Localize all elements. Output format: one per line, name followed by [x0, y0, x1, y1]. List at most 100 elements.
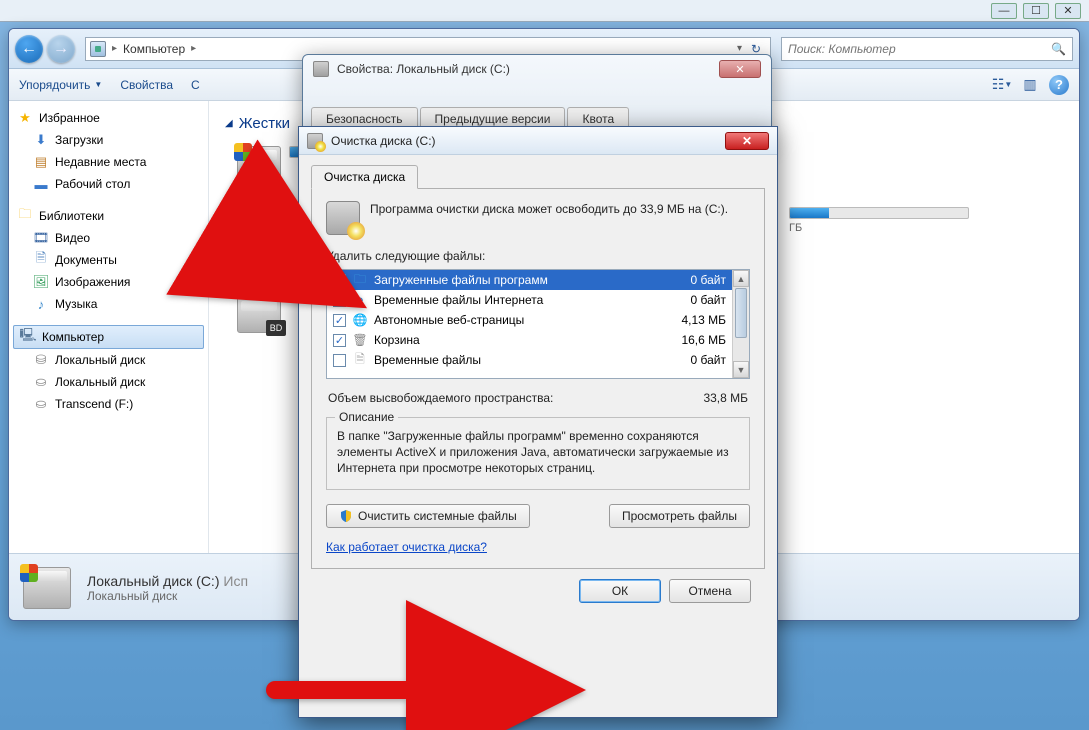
- properties-title: Свойства: Локальный диск (C:): [337, 62, 510, 76]
- explorer-sidebar: ★Избранное ⬇ Загрузки ▤ Недавние места ▬Ра…: [9, 101, 209, 553]
- file-row[interactable]: 🗎Временные файлы0 байт: [327, 350, 732, 370]
- capacity-fill: [790, 208, 829, 218]
- computer-icon: 🖳: [20, 329, 36, 345]
- sidebar-item-music[interactable]: ♪Музыка: [9, 293, 208, 315]
- sidebar-item-label: Недавние места: [55, 155, 146, 169]
- document-icon: 🗎: [33, 252, 49, 268]
- scroll-thumb[interactable]: [735, 288, 747, 338]
- desktop-icon: ▬: [33, 176, 49, 192]
- cleanup-message: Программа очистки диска может освободить…: [370, 201, 728, 217]
- libraries-group[interactable]: 🗀Библиотеки: [9, 205, 208, 227]
- cleanup-panel: Программа очистки диска может освободить…: [311, 188, 765, 569]
- drive-icon: ⛀: [33, 396, 49, 412]
- parent-titlebar: [0, 0, 1089, 22]
- file-size: 0 байт: [660, 273, 726, 287]
- recent-icon: ▤: [33, 154, 49, 170]
- help-icon[interactable]: ?: [1049, 75, 1069, 95]
- file-checkbox[interactable]: ✓: [333, 294, 346, 307]
- cleanup-titlebar[interactable]: Очистка диска (C:) ✕: [299, 127, 777, 155]
- minimize-button[interactable]: [991, 3, 1017, 19]
- file-row[interactable]: ✓eВременные файлы Интернета0 байт: [327, 290, 732, 310]
- sidebar-item-pictures[interactable]: 🖼Изображения: [9, 271, 208, 293]
- sidebar-item-label: Локальный диск: [55, 353, 145, 367]
- nav-back-button[interactable]: ←: [15, 35, 43, 63]
- file-row[interactable]: ✓🌐Автономные веб-страницы4,13 МБ: [327, 310, 732, 330]
- file-checkbox[interactable]: ✓: [333, 274, 346, 287]
- sidebar-item-recent[interactable]: ▤ Недавние места: [9, 151, 208, 173]
- properties-titlebar[interactable]: Свойства: Локальный диск (C:) ✕: [303, 55, 771, 83]
- collapse-icon: ◢: [225, 118, 233, 129]
- drive-c-icon: [237, 146, 281, 182]
- sidebar-item-downloads[interactable]: ⬇ Загрузки: [9, 129, 208, 151]
- video-icon: 🎞: [33, 230, 49, 246]
- total-value: 33,8 МБ: [703, 391, 748, 405]
- sidebar-item-local-disk[interactable]: ⛀Локальный диск: [9, 371, 208, 393]
- computer-icon: [90, 41, 106, 57]
- clean-system-files-button[interactable]: Очистить системные файлы: [326, 504, 530, 528]
- view-files-button[interactable]: Просмотреть файлы: [609, 504, 750, 528]
- maximize-button[interactable]: [1023, 3, 1049, 19]
- file-name: Загруженные файлы программ: [374, 273, 654, 287]
- tab-cleanup[interactable]: Очистка диска: [311, 165, 418, 189]
- scrollbar[interactable]: ▲ ▼: [732, 270, 749, 378]
- downloads-icon: ⬇: [33, 132, 49, 148]
- disk-cleanup-dialog: Очистка диска (C:) ✕ Очистка диска Прогр…: [298, 126, 778, 718]
- sidebar-item-label: Документы: [55, 253, 117, 267]
- how-it-works-link[interactable]: Как работает очистка диска?: [326, 540, 487, 554]
- sidebar-item-label: Видео: [55, 231, 90, 245]
- file-size: 16,6 МБ: [660, 333, 726, 347]
- search-box[interactable]: 🔍: [781, 37, 1073, 61]
- cleanup-title: Очистка диска (C:): [331, 134, 436, 148]
- file-row[interactable]: ✓🗀Загруженные файлы программ0 байт: [327, 270, 732, 290]
- scroll-down-button[interactable]: ▼: [733, 361, 749, 378]
- sidebar-item-label: Загрузки: [55, 133, 103, 147]
- drive-icon: [313, 61, 329, 77]
- sidebar-item-transcend[interactable]: ⛀ Transcend (F:): [9, 393, 208, 415]
- file-checkbox[interactable]: [333, 354, 346, 367]
- star-icon: ★: [17, 110, 33, 126]
- drive-icon: ⛁: [33, 352, 49, 368]
- view-mode-icon[interactable]: ☷ ▼: [993, 76, 1011, 94]
- close-button[interactable]: [1055, 3, 1081, 19]
- status-drive-type: Локальный диск: [87, 589, 248, 603]
- close-button[interactable]: ✕: [719, 60, 761, 78]
- sidebar-item-videos[interactable]: 🎞 Видео: [9, 227, 208, 249]
- search-icon[interactable]: 🔍: [1051, 42, 1066, 56]
- sidebar-item-documents[interactable]: 🗎 Документы: [9, 249, 208, 271]
- status-drive-name: Локальный диск (C:): [87, 573, 220, 589]
- disk-cleanup-icon: [326, 201, 360, 235]
- button-label: Очистить системные файлы: [358, 509, 517, 523]
- close-button[interactable]: ✕: [725, 132, 769, 150]
- shield-icon: [339, 509, 353, 523]
- file-type-icon: 🗎: [352, 352, 368, 368]
- file-checkbox[interactable]: ✓: [333, 334, 346, 347]
- disk-cleanup-icon: [307, 133, 323, 149]
- nav-forward-button[interactable]: →: [47, 35, 75, 63]
- ok-button[interactable]: ОК: [579, 579, 661, 603]
- organize-menu[interactable]: Упорядочить▼: [19, 78, 102, 92]
- libraries-icon: 🗀: [17, 208, 33, 224]
- organize-label: Упорядочить: [19, 78, 90, 92]
- preview-pane-icon[interactable]: ▥: [1021, 76, 1039, 94]
- sidebar-item-label: Transcend (F:): [55, 397, 133, 411]
- sidebar-item-local-disk-c[interactable]: ⛁ Локальный диск: [9, 349, 208, 371]
- favorites-group[interactable]: ★Избранное: [9, 107, 208, 129]
- file-size: 0 байт: [660, 353, 726, 367]
- drive-icon: [237, 208, 281, 244]
- group-header-label: Устрой: [239, 266, 287, 283]
- search-input[interactable]: [788, 42, 1051, 56]
- file-row[interactable]: ✓🗑Корзина16,6 МБ: [327, 330, 732, 350]
- sidebar-item-computer[interactable]: 🖳Компьютер: [13, 325, 204, 349]
- system-menu-cut[interactable]: С: [191, 78, 200, 92]
- file-type-icon: e: [352, 292, 368, 308]
- scroll-up-button[interactable]: ▲: [733, 270, 749, 287]
- chevron-right-icon[interactable]: ▸: [191, 43, 196, 54]
- cancel-button[interactable]: Отмена: [669, 579, 751, 603]
- drive-icon: ⛀: [33, 374, 49, 390]
- file-checkbox[interactable]: ✓: [333, 314, 346, 327]
- breadcrumb-computer[interactable]: Компьютер: [123, 42, 185, 56]
- files-listbox[interactable]: ✓🗀Загруженные файлы программ0 байт✓eВрем…: [326, 269, 750, 379]
- address-dropdown-icon[interactable]: ▾: [737, 43, 742, 54]
- sidebar-item-desktop[interactable]: ▬Рабочий стол: [9, 173, 208, 195]
- properties-menu[interactable]: Свойства: [120, 78, 173, 92]
